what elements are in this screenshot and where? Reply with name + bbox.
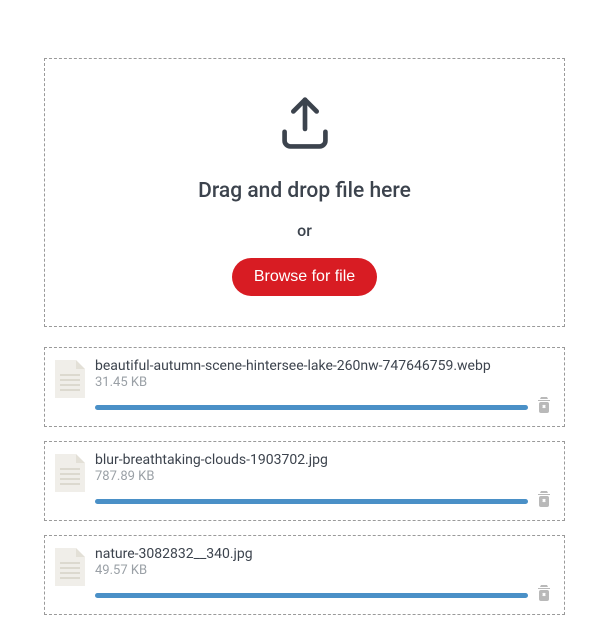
- dropzone-title: Drag and drop file here: [65, 179, 544, 203]
- file-icon: [55, 548, 85, 586]
- file-icon: [55, 454, 85, 492]
- delete-button[interactable]: [536, 584, 552, 606]
- file-size: 49.57 KB: [95, 563, 552, 578]
- progress-bar: [95, 405, 528, 410]
- progress-bar: [95, 499, 528, 504]
- file-name: nature-3082832__340.jpg: [95, 546, 552, 562]
- file-size: 31.45 KB: [95, 375, 552, 390]
- delete-button[interactable]: [536, 396, 552, 418]
- dropzone-or: or: [65, 221, 544, 240]
- file-size: 787.89 KB: [95, 469, 552, 484]
- browse-button[interactable]: Browse for file: [232, 258, 377, 296]
- file-name: blur-breathtaking-clouds-1903702.jpg: [95, 452, 552, 468]
- file-name: beautiful-autumn-scene-hintersee-lake-26…: [95, 358, 552, 374]
- file-card: beautiful-autumn-scene-hintersee-lake-26…: [44, 347, 565, 427]
- file-icon: [55, 360, 85, 398]
- progress-bar: [95, 593, 528, 598]
- upload-icon: [65, 91, 544, 161]
- delete-button[interactable]: [536, 490, 552, 512]
- dropzone[interactable]: Drag and drop file here or Browse for fi…: [44, 58, 565, 327]
- file-card: nature-3082832__340.jpg 49.57 KB: [44, 535, 565, 615]
- file-card: blur-breathtaking-clouds-1903702.jpg 787…: [44, 441, 565, 521]
